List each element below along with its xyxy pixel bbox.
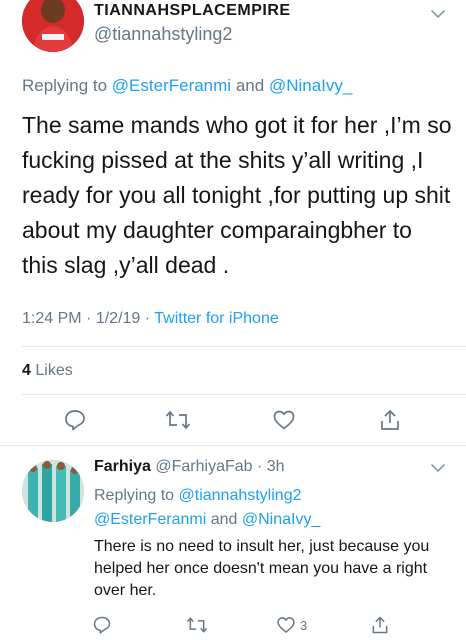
chevron-down-icon[interactable] <box>430 460 446 476</box>
display-name[interactable]: TIANNAHSPLACEMPIRE <box>94 2 291 20</box>
display-name[interactable]: Farhiya <box>94 458 151 475</box>
tweet-time: 1:24 PM <box>22 310 82 327</box>
reply-icon <box>65 410 85 431</box>
divider <box>22 346 466 347</box>
heart-icon <box>277 617 295 633</box>
user-handle[interactable]: @tiannahstyling2 <box>94 24 232 45</box>
retweet-icon <box>186 617 208 633</box>
mention-link[interactable]: @NinaIvy_ <box>269 76 352 95</box>
share-button[interactable] <box>370 614 390 636</box>
share-icon <box>381 409 399 430</box>
retweet-icon <box>165 410 191 430</box>
reply-icon <box>93 616 111 634</box>
replying-to: Replying to @tiannahstyling2 @EsterFeran… <box>94 487 321 528</box>
share-icon <box>372 616 388 634</box>
tweet-date: 1/2/19 <box>95 310 141 327</box>
divider <box>22 394 466 395</box>
replying-to: Replying to @EsterFeranmi and @NinaIvy_ <box>22 76 353 95</box>
mention-link[interactable]: @tiannahstyling2 <box>179 487 302 504</box>
main-tweet: TIANNAHSPLACEMPIRE @tiannahstyling2 Repl… <box>0 0 466 446</box>
reply-button[interactable] <box>62 407 88 433</box>
avatar[interactable] <box>22 0 84 52</box>
avatar[interactable] <box>22 460 84 522</box>
heart-icon <box>273 410 295 430</box>
mention-link[interactable]: @NinaIvy_ <box>242 511 321 528</box>
retweet-button[interactable] <box>165 407 191 433</box>
share-button[interactable] <box>377 407 403 433</box>
tweet-text: The same mands who got it for her ,I’m s… <box>22 112 452 278</box>
likes-count[interactable]: 4 Likes <box>22 362 73 380</box>
tweet-meta: 1:24 PM · 1/2/19 · Twitter for iPhone <box>22 310 279 327</box>
mention-link[interactable]: @EsterFeranmi <box>112 76 231 95</box>
tweet-age: 3h <box>266 458 285 475</box>
retweet-button[interactable] <box>186 614 208 636</box>
like-button[interactable]: 3 <box>276 614 307 636</box>
tweet-text: There is no need to insult her, just bec… <box>94 538 430 599</box>
tweet-source[interactable]: Twitter for iPhone <box>154 310 279 327</box>
chevron-down-icon[interactable] <box>430 6 446 22</box>
reply-header: Farhiya @FarhiyaFab · 3h <box>94 458 285 475</box>
like-count: 3 <box>300 617 308 633</box>
reply-tweet[interactable]: Farhiya @FarhiyaFab · 3h Replying to @ti… <box>0 446 466 640</box>
like-button[interactable] <box>271 407 297 433</box>
user-handle[interactable]: @FarhiyaFab <box>155 458 252 475</box>
reply-button[interactable] <box>92 614 112 636</box>
mention-link[interactable]: @EsterFeranmi <box>94 511 206 528</box>
